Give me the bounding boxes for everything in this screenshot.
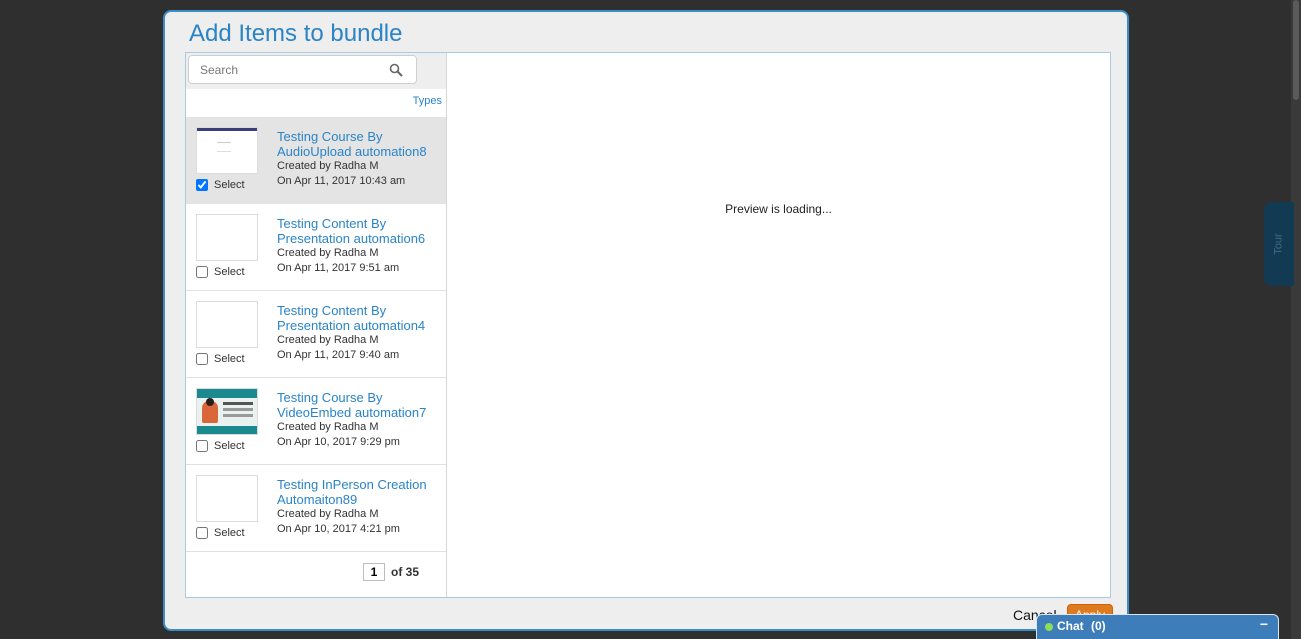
preview-status: Preview is loading... (725, 202, 832, 216)
pagination: of 35 (363, 563, 419, 581)
modal-panel: Types Select Testing Course By AudioUplo… (185, 52, 1111, 598)
item-info: Testing Content By Presentation automati… (277, 216, 442, 276)
item-title-link[interactable]: Testing InPerson Creation Automaiton89 (277, 477, 442, 507)
page-total: of 35 (391, 565, 420, 579)
list-item[interactable]: Select Testing Content By Presentation a… (186, 291, 446, 378)
select-label: Select (214, 353, 245, 365)
add-items-modal: Add Items to bundle Types Sel (163, 10, 1129, 631)
item-title-link[interactable]: Testing Content By Presentation automati… (277, 303, 442, 333)
items-list: Select Testing Course By AudioUpload aut… (186, 117, 446, 552)
item-date: On Apr 11, 2017 9:51 am (277, 262, 400, 274)
select-checkbox[interactable] (196, 440, 208, 452)
select-label: Select (214, 527, 245, 539)
scrollbar-thumb[interactable] (1293, 0, 1299, 100)
item-creator: Created by Radha M (277, 508, 379, 520)
select-checkbox[interactable] (196, 266, 208, 278)
select-label: Select (214, 179, 245, 191)
chat-count: (0) (1091, 619, 1106, 633)
select-row[interactable]: Select (196, 353, 245, 365)
list-item[interactable]: Select Testing InPerson Creation Automai… (186, 465, 446, 552)
select-row[interactable]: Select (196, 266, 245, 278)
list-item[interactable]: Select Testing Content By Presentation a… (186, 204, 446, 291)
minimize-icon[interactable]: − (1260, 616, 1268, 632)
list-item[interactable]: Select Testing Course By AudioUpload aut… (186, 117, 446, 204)
select-checkbox[interactable] (196, 353, 208, 365)
thumbnail-footer (197, 426, 257, 434)
chat-label: Chat (1057, 619, 1084, 633)
video-thumbnail[interactable] (196, 388, 258, 435)
document-thumbnail[interactable] (196, 127, 258, 174)
item-info: Testing Content By Presentation automati… (277, 303, 442, 363)
presenter-head (206, 398, 214, 406)
item-info: Testing InPerson Creation Automaiton89 C… (277, 477, 442, 537)
modal-title: Add Items to bundle (189, 20, 403, 47)
item-title-link[interactable]: Testing Course By VideoEmbed automation7 (277, 390, 442, 420)
search-box[interactable] (188, 55, 417, 84)
items-list-panel: Types Select Testing Course By AudioUplo… (186, 53, 447, 597)
item-creator: Created by Radha M (277, 247, 379, 259)
item-date: On Apr 11, 2017 10:43 am (277, 175, 406, 187)
item-info: Testing Course By VideoEmbed automation7… (277, 390, 442, 450)
tour-tab[interactable]: Tour (1264, 202, 1294, 286)
item-info: Testing Course By AudioUpload automation… (277, 129, 442, 189)
select-row[interactable]: Select (196, 440, 245, 452)
select-row[interactable]: Select (196, 179, 245, 191)
select-label: Select (214, 266, 245, 278)
page-scrollbar[interactable] (1291, 0, 1301, 639)
blank-thumbnail[interactable] (196, 301, 258, 348)
thumbnail-text-lines (223, 402, 253, 405)
item-title-link[interactable]: Testing Content By Presentation automati… (277, 216, 442, 246)
chat-bar[interactable]: Chat (0) − (1036, 614, 1279, 639)
search-input[interactable] (200, 61, 380, 79)
tour-label: Tour (1273, 233, 1285, 255)
select-row[interactable]: Select (196, 527, 245, 539)
preview-pane: Preview is loading... (447, 53, 1110, 597)
select-checkbox[interactable] (196, 179, 208, 191)
item-creator: Created by Radha M (277, 160, 379, 172)
blank-thumbnail[interactable] (196, 475, 258, 522)
item-creator: Created by Radha M (277, 334, 379, 346)
page-number-input[interactable] (363, 563, 385, 581)
item-date: On Apr 10, 2017 9:29 pm (277, 436, 400, 448)
blank-thumbnail[interactable] (196, 214, 258, 261)
types-filter-link[interactable]: Types (413, 95, 442, 107)
item-title-link[interactable]: Testing Course By AudioUpload automation… (277, 129, 442, 159)
online-status-icon (1045, 623, 1053, 631)
search-bar (186, 53, 446, 89)
select-checkbox[interactable] (196, 527, 208, 539)
item-date: On Apr 10, 2017 4:21 pm (277, 523, 400, 535)
thumbnail-banner (197, 389, 257, 398)
search-icon[interactable] (389, 63, 403, 77)
select-label: Select (214, 440, 245, 452)
item-date: On Apr 11, 2017 9:40 am (277, 349, 400, 361)
item-creator: Created by Radha M (277, 421, 379, 433)
list-item[interactable]: Select Testing Course By VideoEmbed auto… (186, 378, 446, 465)
